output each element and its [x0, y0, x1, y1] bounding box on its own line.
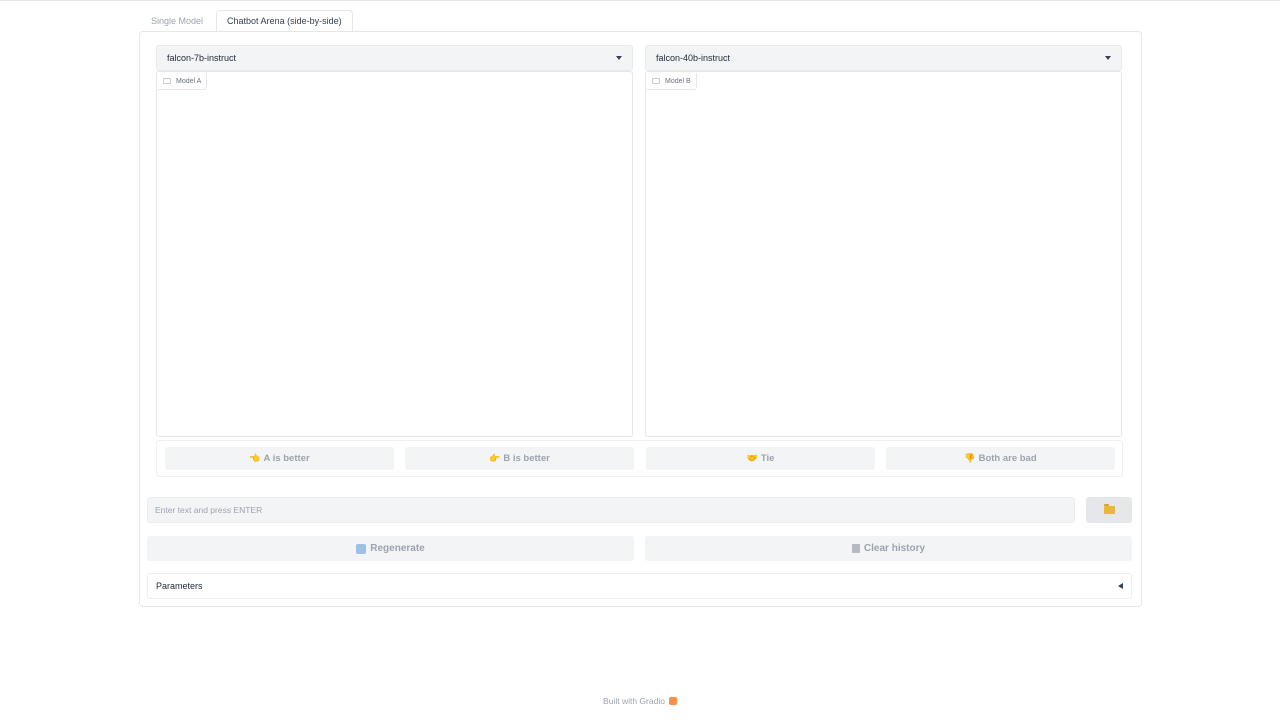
model-a-chatbot[interactable]: Model A — [156, 71, 633, 437]
regenerate-button[interactable]: Regenerate — [147, 536, 634, 561]
tab-bar: Single Model Chatbot Arena (side-by-side… — [140, 10, 353, 32]
handshake-icon: 🤝 — [746, 453, 758, 463]
regenerate-label: Regenerate — [370, 543, 425, 554]
both-bad-label: Both are bad — [978, 453, 1037, 464]
model-a-chat-label: Model A — [158, 73, 208, 90]
parameters-label: Parameters — [156, 581, 203, 591]
footer-link[interactable]: Built with Gradio — [603, 696, 665, 706]
clear-history-button[interactable]: Clear history — [645, 536, 1132, 561]
collapse-arrow-icon — [1118, 583, 1123, 589]
both-bad-button[interactable]: 👎 Both are bad — [886, 447, 1115, 470]
model-a-label-text: Model A — [176, 77, 202, 85]
regenerate-icon — [356, 543, 367, 554]
model-b-chatbot[interactable]: Model B — [645, 71, 1122, 437]
point-left-icon: 👈 — [249, 453, 261, 463]
message-input[interactable]: Enter text and press ENTER — [147, 497, 1075, 523]
model-b-label-text: Model B — [665, 77, 691, 85]
model-b-selected: falcon-40b-instruct — [656, 53, 731, 63]
parameters-accordion[interactable]: Parameters — [147, 573, 1132, 599]
b-is-better-button[interactable]: 👉 B is better — [405, 447, 634, 470]
model-a-selected: falcon-7b-instruct — [167, 53, 237, 63]
footer: Built with Gradio — [0, 696, 1280, 706]
tab-chatbot-arena[interactable]: Chatbot Arena (side-by-side) — [216, 10, 353, 32]
upload-button[interactable] — [1086, 497, 1132, 523]
thumbs-down-icon: 👎 — [964, 453, 976, 463]
model-a-dropdown[interactable]: falcon-7b-instruct — [156, 45, 633, 71]
tie-label: Tie — [760, 453, 775, 464]
b-is-better-label: B is better — [503, 453, 550, 464]
model-b-chat-label: Model B — [647, 73, 697, 90]
gradio-logo-icon — [668, 697, 677, 705]
model-b-dropdown[interactable]: falcon-40b-instruct — [645, 45, 1122, 71]
tab-single-model[interactable]: Single Model — [140, 10, 214, 32]
clear-history-label: Clear history — [863, 543, 926, 554]
point-right-icon: 👉 — [489, 453, 501, 463]
message-input-placeholder: Enter text and press ENTER — [155, 505, 263, 515]
top-divider — [0, 0, 1280, 1]
chat-icon — [163, 78, 171, 84]
chevron-down-icon — [616, 56, 622, 60]
trash-icon — [851, 544, 860, 553]
tie-button[interactable]: 🤝 Tie — [646, 447, 875, 470]
chat-icon — [652, 78, 660, 84]
chevron-down-icon — [1105, 56, 1111, 60]
a-is-better-label: A is better — [263, 453, 310, 464]
a-is-better-button[interactable]: 👈 A is better — [165, 447, 394, 470]
folder-icon — [1103, 504, 1115, 514]
